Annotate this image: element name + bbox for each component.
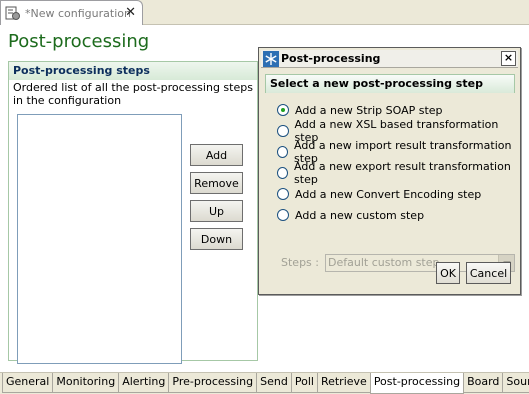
ok-button[interactable]: OK — [436, 262, 460, 284]
tab-board[interactable]: Board — [463, 373, 504, 393]
remove-button[interactable]: Remove — [190, 172, 243, 194]
page-title: Post-processing — [8, 31, 150, 52]
editor-tab-bar: *New configuration ✕ — [0, 0, 529, 25]
tab-pre-processing[interactable]: Pre-processing — [168, 373, 258, 393]
radio-option[interactable]: Add a new custom step — [277, 207, 424, 223]
dialog-header: Select a new post-processing step — [265, 74, 515, 93]
radio-option[interactable]: Add a new Strip SOAP step — [277, 102, 443, 118]
radio-option[interactable]: Add a new export result transformation s… — [277, 160, 515, 186]
section-description: Ordered list of all the post-processing … — [13, 81, 253, 107]
radio-option[interactable]: Add a new XSL based transformation step — [277, 118, 515, 144]
tab-retrieve[interactable]: Retrieve — [316, 373, 371, 393]
radio-label: Add a new custom step — [295, 208, 425, 222]
down-button[interactable]: Down — [190, 228, 243, 250]
snowflake-icon — [263, 50, 279, 67]
dialog-title: Post-processing — [281, 52, 381, 65]
steps-label: Steps : — [281, 256, 319, 269]
configuration-icon — [5, 6, 20, 20]
tab-source[interactable]: Source — [502, 373, 529, 393]
editor-tab[interactable]: *New configuration ✕ — [0, 0, 143, 25]
post-processing-steps-section: Post-processing steps Ordered list of al… — [8, 61, 258, 364]
tab-monitoring[interactable]: Monitoring — [52, 373, 120, 393]
radio-button[interactable] — [277, 104, 289, 116]
tab-poll[interactable]: Poll — [290, 373, 318, 393]
tab-alerting[interactable]: Alerting — [118, 373, 170, 393]
post-processing-dialog: Post-processing × Select a new post-proc… — [258, 47, 521, 295]
close-icon[interactable]: × — [501, 51, 516, 66]
dialog-panel: Select a new post-processing step Add a … — [265, 74, 515, 272]
section-header: Post-processing steps — [9, 62, 257, 80]
close-icon[interactable]: ✕ — [125, 6, 136, 19]
cancel-button[interactable]: Cancel — [466, 262, 511, 284]
radio-label: Add a new export result transformation s… — [294, 160, 511, 186]
add-button[interactable]: Add — [190, 144, 243, 166]
tab-post-processing[interactable]: Post-processing — [369, 373, 465, 394]
tab-general[interactable]: General — [2, 373, 54, 393]
radio-button[interactable] — [277, 146, 289, 158]
radio-option[interactable]: Add a new import result transformation s… — [277, 139, 515, 165]
page-tabs: General Monitoring Alerting Pre-processing S… — [0, 372, 529, 394]
dialog-titlebar[interactable]: Post-processing × — [261, 50, 518, 68]
radio-button[interactable] — [277, 167, 289, 179]
radio-label: Add a new Convert Encoding step — [295, 187, 482, 201]
steps-list[interactable] — [17, 114, 182, 364]
up-button[interactable]: Up — [190, 200, 243, 222]
editor-tab-title: *New configuration — [25, 6, 131, 20]
radio-button[interactable] — [277, 188, 289, 200]
radio-button[interactable] — [277, 125, 289, 137]
radio-button[interactable] — [277, 209, 289, 221]
radio-label: Add a new Strip SOAP step — [295, 103, 443, 117]
steps-select-value: Default custom step — [328, 256, 440, 269]
radio-option[interactable]: Add a new Convert Encoding step — [277, 186, 481, 202]
tab-send[interactable]: Send — [256, 373, 292, 393]
